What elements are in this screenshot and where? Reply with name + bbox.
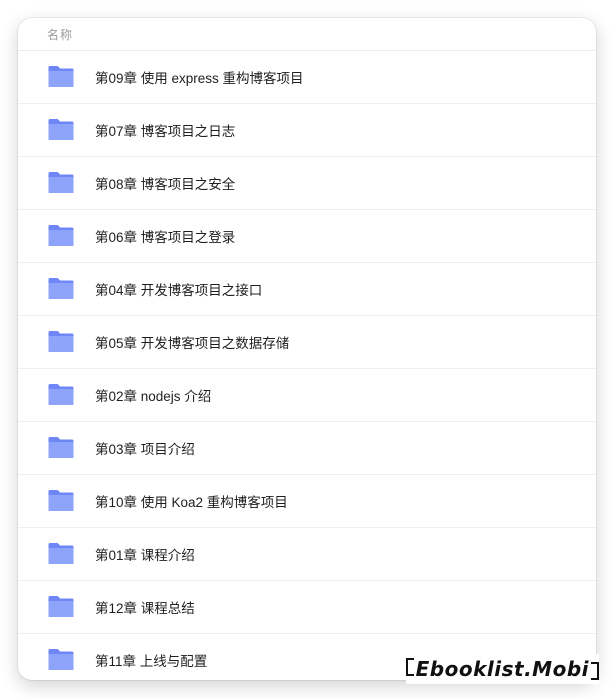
- watermark-bracket-left: [405, 658, 414, 676]
- folder-icon: [47, 383, 75, 406]
- folder-name: 第05章 开发博客项目之数据存储: [95, 336, 290, 351]
- folder-name: 第07章 博客项目之日志: [95, 124, 236, 139]
- list-item[interactable]: 第08章 博客项目之安全: [18, 157, 596, 210]
- list-header: 名称: [18, 18, 596, 51]
- list-item[interactable]: 第09章 使用 express 重构博客项目: [18, 51, 596, 104]
- list-item[interactable]: 第12章 课程总结: [18, 581, 596, 634]
- list-item[interactable]: 第01章 课程介绍: [18, 528, 596, 581]
- watermark-logo: Ebooklist.Mobi: [405, 654, 599, 684]
- screen: 名称 第09章 使用 express 重构博客项目 第07章 博客项目之日志 第…: [0, 0, 615, 699]
- list-item[interactable]: 第02章 nodejs 介绍: [18, 369, 596, 422]
- folder-name: 第03章 项目介绍: [95, 442, 195, 457]
- folder-icon: [47, 171, 75, 194]
- folder-name: 第02章 nodejs 介绍: [95, 389, 212, 404]
- folder-name: 第10章 使用 Koa2 重构博客项目: [95, 495, 288, 510]
- folder-icon: [47, 436, 75, 459]
- list-item[interactable]: 第07章 博客项目之日志: [18, 104, 596, 157]
- list-item[interactable]: 第03章 项目介绍: [18, 422, 596, 475]
- folder-icon: [47, 224, 75, 247]
- folder-name: 第09章 使用 express 重构博客项目: [95, 71, 304, 86]
- folder-icon: [47, 65, 75, 88]
- folder-name: 第11章 上线与配置: [95, 654, 208, 669]
- folder-name: 第12章 课程总结: [95, 601, 195, 616]
- folder-name: 第01章 课程介绍: [95, 548, 195, 563]
- folder-icon: [47, 489, 75, 512]
- folder-name: 第08章 博客项目之安全: [95, 177, 236, 192]
- folder-name: 第06章 博客项目之登录: [95, 230, 236, 245]
- list-item[interactable]: 第05章 开发博客项目之数据存储: [18, 316, 596, 369]
- file-list-panel: 名称 第09章 使用 express 重构博客项目 第07章 博客项目之日志 第…: [18, 18, 596, 680]
- watermark-text: Ebooklist.Mobi: [415, 657, 589, 681]
- folder-list: 第09章 使用 express 重构博客项目 第07章 博客项目之日志 第08章…: [18, 51, 596, 680]
- folder-icon: [47, 648, 75, 671]
- folder-icon: [47, 277, 75, 300]
- folder-icon: [47, 330, 75, 353]
- folder-icon: [47, 595, 75, 618]
- list-item[interactable]: 第04章 开发博客项目之接口: [18, 263, 596, 316]
- folder-name: 第04章 开发博客项目之接口: [95, 283, 263, 298]
- folder-icon: [47, 542, 75, 565]
- list-item[interactable]: 第06章 博客项目之登录: [18, 210, 596, 263]
- folder-icon: [47, 118, 75, 141]
- list-item[interactable]: 第10章 使用 Koa2 重构博客项目: [18, 475, 596, 528]
- column-header-name[interactable]: 名称: [47, 26, 73, 43]
- watermark-bracket-right: [591, 662, 599, 680]
